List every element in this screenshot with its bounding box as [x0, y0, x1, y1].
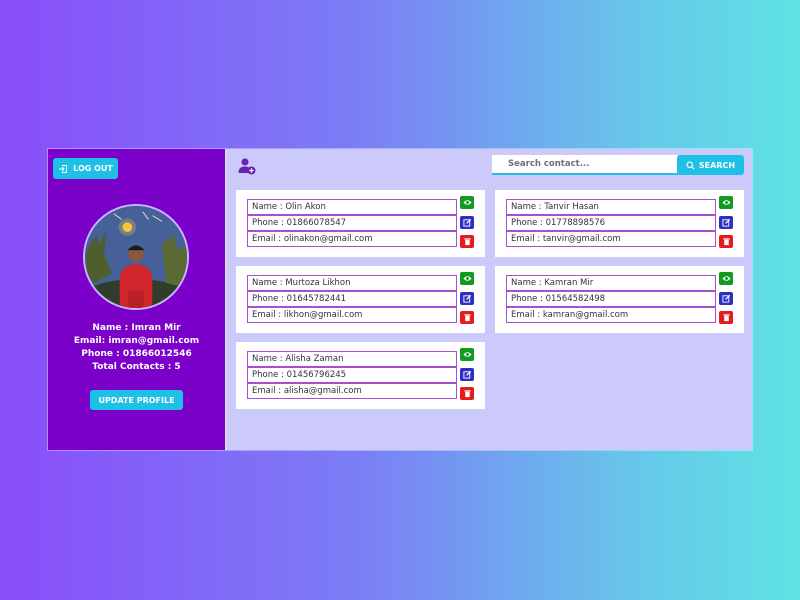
avatar	[83, 204, 189, 310]
delete-button[interactable]	[460, 387, 474, 400]
search-input[interactable]	[492, 155, 678, 175]
trash-icon	[463, 390, 471, 398]
view-button[interactable]	[719, 196, 733, 209]
update-profile-button[interactable]: UPDATE PROFILE	[90, 390, 183, 410]
eye-icon	[462, 276, 472, 281]
contact-phone: Phone : 01645782441	[247, 291, 457, 307]
add-user-icon[interactable]	[238, 157, 256, 175]
contact-card: Name : Alisha Zaman Phone : 01456796245 …	[236, 342, 485, 409]
view-button[interactable]	[460, 196, 474, 209]
profile-email: Email: imran@gmail.com	[73, 336, 200, 346]
contact-email: Email : tanvir@gmail.com	[506, 231, 716, 247]
edit-button[interactable]	[719, 216, 733, 229]
contact-name: Name : Olin Akon	[247, 199, 457, 215]
view-button[interactable]	[719, 272, 733, 285]
logout-button[interactable]: LOG OUT	[53, 158, 118, 179]
contact-phone: Phone : 01778898576	[506, 215, 716, 231]
delete-button[interactable]	[719, 235, 733, 248]
search-button[interactable]: SEARCH	[677, 155, 744, 175]
contact-email: Email : likhon@gmail.com	[247, 307, 457, 323]
contact-email: Email : alisha@gmail.com	[247, 383, 457, 399]
edit-button[interactable]	[460, 216, 474, 229]
contact-name: Name : Murtoza Likhon	[247, 275, 457, 291]
profile-name: Name : Imran Mir	[92, 323, 181, 333]
contact-email: Email : kamran@gmail.com	[506, 307, 716, 323]
edit-icon	[721, 294, 730, 303]
contact-email: Email : olinakon@gmail.com	[247, 231, 457, 247]
eye-icon	[721, 276, 731, 281]
search-label: SEARCH	[698, 160, 736, 170]
eye-icon	[462, 352, 472, 357]
contact-card: Name : Kamran Mir Phone : 01564582498 Em…	[495, 266, 744, 333]
contact-card: Name : Tanvir Hasan Phone : 01778898576 …	[495, 190, 744, 257]
trash-icon	[722, 314, 730, 322]
view-button[interactable]	[460, 272, 474, 285]
edit-icon	[721, 218, 730, 227]
profile-photo	[85, 206, 187, 308]
profile-info: Name : Imran Mir Email: imran@gmail.com …	[48, 322, 225, 374]
trash-icon	[722, 238, 730, 246]
contact-name: Name : Tanvir Hasan	[506, 199, 716, 215]
edit-button[interactable]	[719, 292, 733, 305]
logout-icon	[59, 164, 68, 173]
view-button[interactable]	[460, 348, 474, 361]
edit-button[interactable]	[460, 368, 474, 381]
contact-phone: Phone : 01456796245	[247, 367, 457, 383]
contact-phone: Phone : 01564582498	[506, 291, 716, 307]
delete-button[interactable]	[719, 311, 733, 324]
delete-button[interactable]	[460, 311, 474, 324]
edit-button[interactable]	[460, 292, 474, 305]
edit-icon	[462, 370, 471, 379]
edit-icon	[462, 294, 471, 303]
trash-icon	[463, 314, 471, 322]
edit-icon	[462, 218, 471, 227]
contact-phone: Phone : 01866078547	[247, 215, 457, 231]
contacts-panel: SEARCH Name : Olin Akon Phone : 01866078…	[227, 149, 752, 450]
sidebar: LOG OUT Name : Imran Mir Email: imran@gm…	[48, 149, 227, 450]
contact-name: Name : Alisha Zaman	[247, 351, 457, 367]
contact-app: LOG OUT Name : Imran Mir Email: imran@gm…	[48, 149, 752, 450]
search-icon	[686, 161, 695, 169]
contact-name: Name : Kamran Mir	[506, 275, 716, 291]
logout-label: LOG OUT	[73, 164, 113, 173]
profile-phone: Phone : 01866012546	[81, 349, 192, 359]
profile-total-contacts: Total Contacts : 5	[92, 362, 181, 372]
eye-icon	[462, 200, 472, 205]
delete-button[interactable]	[460, 235, 474, 248]
trash-icon	[463, 238, 471, 246]
contact-card: Name : Olin Akon Phone : 01866078547 Ema…	[236, 190, 485, 257]
eye-icon	[721, 200, 731, 205]
contact-card: Name : Murtoza Likhon Phone : 0164578244…	[236, 266, 485, 333]
